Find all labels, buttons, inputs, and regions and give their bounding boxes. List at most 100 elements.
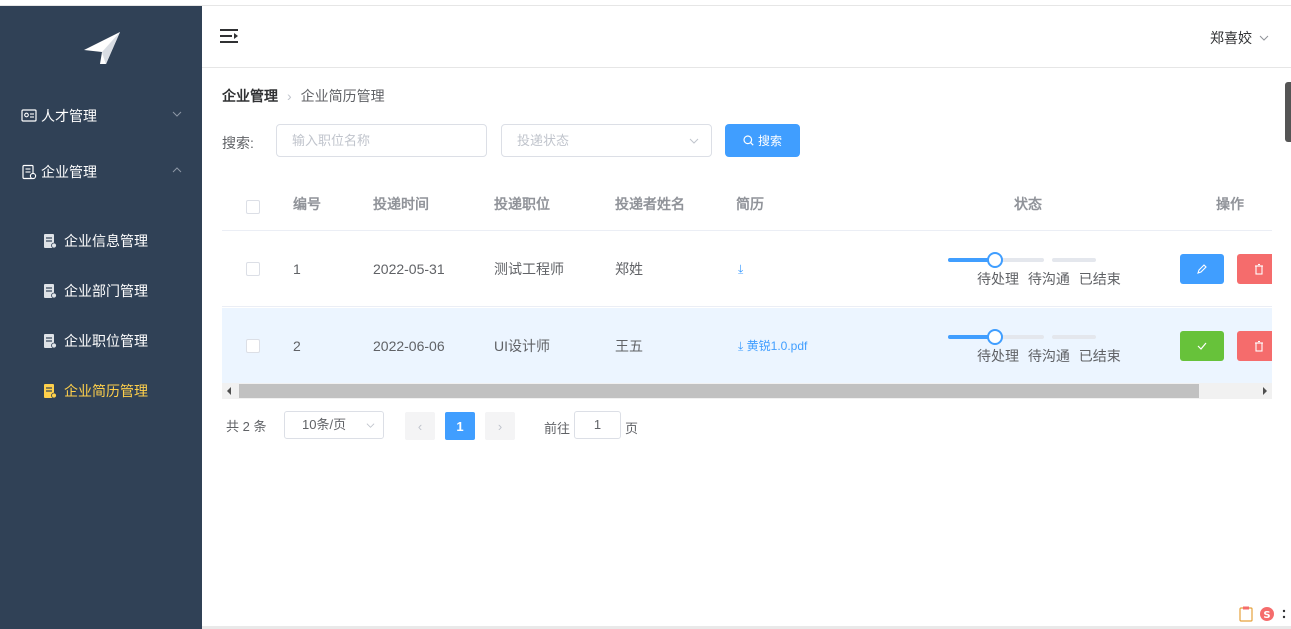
delete-button[interactable] xyxy=(1237,254,1272,284)
prev-page-button[interactable]: ‹ xyxy=(405,412,435,440)
row-checkbox[interactable] xyxy=(246,262,260,276)
search-icon xyxy=(743,135,754,146)
table-row: 2 2022-06-06 UI设计师 王五 ⤓ 黄锐1.0.pdf 待处理 待沟… xyxy=(222,308,1272,384)
status-slider[interactable]: 待处理 待沟通 已结束 xyxy=(948,320,1128,370)
chevron-right-icon: › xyxy=(497,418,503,434)
resume-table: 编号 投递时间 投递职位 投递者姓名 简历 状态 操作 1 2022-05-31… xyxy=(222,178,1272,400)
clipboard-icon[interactable] xyxy=(1239,606,1253,622)
menu-enterprise-management[interactable]: 企业管理 xyxy=(0,152,202,192)
system-tray: S xyxy=(1239,606,1287,622)
page-size-value: 10条/页 xyxy=(302,417,347,432)
extension-side-widget[interactable] xyxy=(1285,82,1291,142)
user-dropdown[interactable]: 郑喜姣 xyxy=(1210,28,1269,48)
id-card-icon xyxy=(21,109,37,122)
status-step-pending: 待处理 xyxy=(977,348,1019,364)
status-labels: 待处理 待沟通 已结束 xyxy=(977,269,1126,289)
chevron-down-icon xyxy=(172,111,182,117)
menu-talent-management[interactable]: 人才管理 xyxy=(0,96,202,136)
delete-button[interactable] xyxy=(1237,331,1272,361)
position-search-input[interactable]: 输入职位名称 xyxy=(276,124,487,157)
table-row: 1 2022-05-31 测试工程师 郑姓 ⤓ 待处理 待沟通 已结束 xyxy=(222,231,1272,307)
goto-page-input[interactable]: 1 xyxy=(574,411,621,439)
scroll-left-arrow-icon[interactable] xyxy=(226,387,232,395)
cell-id: 1 xyxy=(293,261,301,277)
sidebar-item-label: 企业部门管理 xyxy=(64,283,148,299)
goto-label: 前往 xyxy=(544,421,571,436)
header-resume: 简历 xyxy=(736,196,764,212)
cell-id: 2 xyxy=(293,338,301,354)
document-icon xyxy=(44,384,57,399)
page-size-select[interactable]: 10条/页 xyxy=(284,411,384,439)
status-step-communicating: 待沟通 xyxy=(1027,271,1070,287)
header-status: 状态 xyxy=(1014,196,1042,212)
cell-position: 测试工程师 xyxy=(494,261,564,277)
resume-download-link[interactable]: ⤓ xyxy=(738,231,743,307)
chevron-up-icon xyxy=(172,167,182,173)
chevron-down-icon xyxy=(366,423,375,428)
cell-name: 王五 xyxy=(615,338,643,354)
status-step-finished: 已结束 xyxy=(1078,348,1121,364)
slider-seg xyxy=(1052,258,1096,262)
table-header: 编号 投递时间 投递职位 投递者姓名 简历 状态 操作 xyxy=(222,178,1272,231)
sidebar: 人才管理 企业管理 企业信息管理 企业部门管理 企业职位管理 企业简历管理 xyxy=(0,6,202,629)
download-icon: ⤓ xyxy=(738,339,744,353)
paper-plane-icon[interactable] xyxy=(82,28,122,68)
edit-icon xyxy=(1197,264,1207,274)
building-doc-icon xyxy=(22,164,37,180)
confirm-button[interactable] xyxy=(1180,331,1224,361)
pagination-total: 共 2 条 xyxy=(226,410,266,440)
resume-filename: 黄锐1.0.pdf xyxy=(746,339,808,353)
header-ops: 操作 xyxy=(1216,196,1244,212)
breadcrumb-separator-icon: › xyxy=(287,88,292,104)
goto-suffix: 页 xyxy=(625,421,639,436)
download-icon: ⤓ xyxy=(738,262,744,276)
check-icon xyxy=(1197,342,1207,350)
search-button-label: 搜索 xyxy=(757,134,782,148)
cell-name: 郑姓 xyxy=(615,261,643,277)
page-number-button[interactable]: 1 xyxy=(445,412,475,440)
tray-more-icon[interactable] xyxy=(1281,608,1287,620)
edit-button[interactable] xyxy=(1180,254,1224,284)
search-label: 搜索: xyxy=(222,135,254,151)
sidebar-item-enterprise-resume[interactable]: 企业简历管理 xyxy=(0,371,202,411)
status-step-finished: 已结束 xyxy=(1078,271,1121,287)
table-horizontal-scrollbar[interactable] xyxy=(222,383,1272,399)
delete-icon xyxy=(1255,340,1263,352)
row-checkbox[interactable] xyxy=(246,339,260,353)
sidebar-item-enterprise-dept[interactable]: 企业部门管理 xyxy=(0,271,202,311)
select-all-checkbox[interactable] xyxy=(246,200,260,214)
sogou-input-icon[interactable]: S xyxy=(1259,606,1275,622)
document-icon xyxy=(44,234,57,249)
slider-handle[interactable] xyxy=(987,252,1003,268)
scrollbar-thumb[interactable] xyxy=(239,384,1199,398)
header-time: 投递时间 xyxy=(373,196,429,212)
scroll-right-arrow-icon[interactable] xyxy=(1262,387,1268,395)
slider-handle[interactable] xyxy=(987,329,1003,345)
status-step-communicating: 待沟通 xyxy=(1027,348,1070,364)
sidebar-item-enterprise-position[interactable]: 企业职位管理 xyxy=(0,321,202,361)
chevron-down-icon xyxy=(689,138,699,144)
menu-talent-label: 人才管理 xyxy=(41,108,97,124)
status-slider[interactable]: 待处理 待沟通 已结束 xyxy=(948,243,1128,293)
menu-enterprise-label: 企业管理 xyxy=(41,164,97,180)
breadcrumb-level2: 企业简历管理 xyxy=(300,88,385,104)
sidebar-item-label: 企业简历管理 xyxy=(64,383,148,399)
menu-fold-icon[interactable] xyxy=(220,27,240,45)
next-page-button[interactable]: › xyxy=(485,412,515,440)
header-name: 投递者姓名 xyxy=(615,196,685,212)
resume-download-link[interactable]: ⤓ 黄锐1.0.pdf xyxy=(738,308,807,384)
slider-track xyxy=(948,335,1096,339)
cell-time: 2022-06-06 xyxy=(373,338,445,354)
status-labels: 待处理 待沟通 已结束 xyxy=(977,346,1126,366)
delete-icon xyxy=(1255,263,1263,275)
document-icon xyxy=(44,334,57,349)
user-name: 郑喜姣 xyxy=(1210,30,1252,46)
chevron-down-icon xyxy=(1259,35,1269,41)
status-select[interactable]: 投递状态 xyxy=(501,124,712,157)
sidebar-item-label: 企业职位管理 xyxy=(64,333,148,349)
breadcrumb-level1[interactable]: 企业管理 xyxy=(222,86,278,106)
header-position: 投递职位 xyxy=(494,196,550,212)
search-button[interactable]: 搜索 xyxy=(725,124,800,157)
cell-time: 2022-05-31 xyxy=(373,261,445,277)
sidebar-item-enterprise-info[interactable]: 企业信息管理 xyxy=(0,221,202,261)
